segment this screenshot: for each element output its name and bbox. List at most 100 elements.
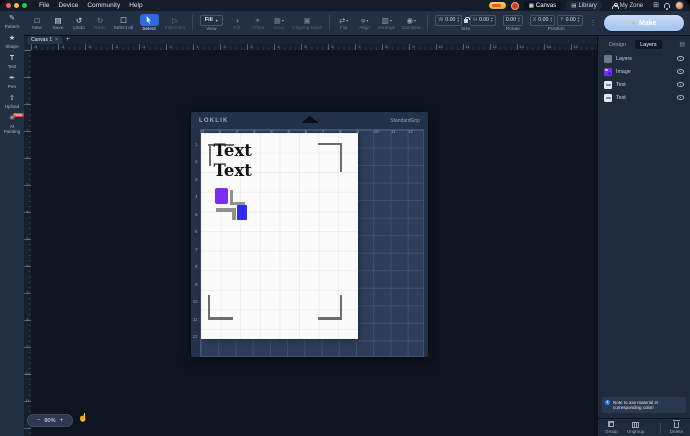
- more-options-icon[interactable]: ⋮: [590, 19, 597, 27]
- stepper-icon[interactable]: ▴▾: [578, 17, 580, 22]
- align-button[interactable]: ≡▾ Align: [358, 16, 372, 31]
- layer-row-text[interactable]: Text: [598, 91, 690, 104]
- tab-layers[interactable]: Layers: [635, 40, 662, 49]
- ruler-tick-label: 4: [24, 209, 31, 236]
- rotate-input[interactable]: 0.00 ▴▾: [503, 15, 523, 26]
- tab-canvas[interactable]: ▦ Canvas: [524, 1, 562, 10]
- combine-button[interactable]: ◉▾ Combine: [402, 16, 420, 31]
- new-button[interactable]: □ New: [30, 16, 44, 31]
- tab-library[interactable]: ▤ Library: [566, 1, 602, 10]
- offset-button[interactable]: ✶ Offset: [251, 16, 265, 31]
- cutting-mat[interactable]: LOKLIK StandardGrip 0123456789101112 123…: [191, 112, 428, 357]
- image-object[interactable]: [215, 188, 249, 222]
- sidebar-item-upload[interactable]: ⇧ Upload: [0, 95, 24, 109]
- position-x-input[interactable]: X 0.00 ▴▾: [530, 15, 555, 26]
- sidebar-item-text[interactable]: T Text: [0, 55, 24, 69]
- menu-item[interactable]: File: [39, 2, 49, 9]
- save-icon: ▤: [54, 16, 61, 25]
- ruler-tick-label: -3: [76, 44, 103, 50]
- array-icon: ▦: [274, 16, 281, 25]
- sidebar-item-shape[interactable]: ★ Shape: [0, 35, 24, 49]
- menu-item[interactable]: Device: [58, 2, 78, 9]
- height-input[interactable]: H 0.00 ▴▾: [470, 15, 496, 26]
- visibility-eye-icon[interactable]: [677, 95, 684, 100]
- layer-thumbnail: [604, 68, 612, 76]
- save-button[interactable]: ▤ Save: [51, 16, 65, 31]
- sidebar-item-pattern[interactable]: ✎ Pattern: [0, 15, 24, 29]
- registration-mark-top-left[interactable]: [209, 145, 211, 166]
- flip-button[interactable]: ⇄▾ Flip: [337, 16, 351, 31]
- text-object[interactable]: TextText: [214, 141, 252, 180]
- maximize-window-icon[interactable]: [22, 3, 27, 8]
- make-spark-icon: ✶: [631, 20, 636, 27]
- material-sheet[interactable]: TextText: [201, 133, 358, 339]
- width-input[interactable]: W 0.00 ▴▾: [435, 15, 462, 26]
- zoom-out-button[interactable]: −: [37, 417, 41, 424]
- registration-mark-bottom-left[interactable]: [208, 295, 210, 319]
- apps-grid-icon[interactable]: ⊞: [653, 2, 659, 10]
- minimize-window-icon[interactable]: [14, 3, 19, 8]
- view-mode-dropdown[interactable]: Fill ▾ View: [200, 15, 223, 32]
- clipping-mask-button[interactable]: ▣ Clipping Mask: [293, 16, 322, 31]
- layer-row-group[interactable]: Layers: [598, 52, 690, 65]
- registration-mark-bottom-right[interactable]: [318, 317, 342, 320]
- zoom-in-button[interactable]: +: [60, 417, 64, 424]
- tab-design[interactable]: Design: [604, 40, 631, 49]
- visibility-eye-icon[interactable]: [677, 82, 684, 87]
- close-tab-icon[interactable]: ×: [55, 37, 58, 43]
- visibility-eye-icon[interactable]: [677, 56, 684, 61]
- stepper-icon[interactable]: ▴▾: [457, 17, 459, 22]
- stepper-icon[interactable]: ▴▾: [491, 17, 493, 22]
- visibility-eye-icon[interactable]: [677, 69, 684, 74]
- registration-mark-top-right[interactable]: [340, 145, 342, 172]
- lock-aspect-icon[interactable]: [464, 19, 468, 23]
- stepper-icon[interactable]: ▴▾: [550, 17, 552, 22]
- make-button[interactable]: ✶ Make: [604, 15, 684, 31]
- vertical-ruler: -2-101234567891011: [24, 50, 31, 436]
- ungroup-button[interactable]: Ungroup: [627, 421, 645, 434]
- add-tab-button[interactable]: +: [66, 37, 70, 44]
- registration-mark-top-right[interactable]: [318, 143, 342, 145]
- notifications-bell-icon[interactable]: [664, 3, 670, 8]
- group-button[interactable]: Group: [605, 421, 618, 434]
- arrange-button[interactable]: ▥▾ Arrange: [379, 16, 395, 31]
- mat-column-numbers: 0123456789101112: [200, 129, 424, 135]
- select-all-button[interactable]: ☐ Select All: [114, 16, 133, 31]
- panel-toggle-icon[interactable]: ▤: [679, 41, 685, 48]
- user-avatar[interactable]: [675, 1, 684, 10]
- select-button[interactable]: Select: [140, 14, 158, 32]
- toolbar-separator: [329, 15, 330, 31]
- fill-button[interactable]: ◑ Fill: [230, 16, 244, 31]
- edit-point-button[interactable]: ▷ Edit Point: [165, 16, 185, 31]
- menu-item[interactable]: Community: [87, 2, 120, 9]
- layer-row-image[interactable]: Image: [598, 65, 690, 78]
- close-window-icon[interactable]: [6, 3, 11, 8]
- tab-my-zone[interactable]: My Zone: [607, 1, 648, 10]
- redo-button[interactable]: ↻ Redo: [93, 16, 107, 31]
- chevron-down-icon: ▾: [366, 18, 368, 23]
- array-button[interactable]: ▦▾ Array: [272, 16, 286, 31]
- sidebar-item-ai-painting[interactable]: New ✳ AI Painting: [0, 115, 24, 134]
- registration-mark-bottom-left[interactable]: [208, 317, 233, 320]
- stepper-icon[interactable]: ▴▾: [518, 17, 520, 22]
- window-controls[interactable]: [6, 3, 27, 8]
- ruler-tick-label: 9: [24, 344, 31, 371]
- horizontal-ruler: -5-4-3-2-10123456789101112131415: [31, 44, 597, 50]
- undo-button[interactable]: ↺ Undo: [72, 16, 86, 31]
- person-icon: [612, 3, 618, 9]
- ruler-tick-label: 3: [238, 44, 265, 50]
- mat-col-label: 5: [286, 129, 303, 135]
- library-icon: ▤: [571, 3, 576, 9]
- position-y-input[interactable]: Y 0.00 ▴▾: [557, 15, 582, 26]
- chevron-down-icon: ▾: [390, 18, 392, 23]
- pan-hand-icon[interactable]: ☝: [78, 413, 88, 422]
- canvas-tab[interactable]: Canvas 1 ×: [27, 36, 62, 44]
- layer-row-text[interactable]: Text: [598, 78, 690, 91]
- registration-mark-bottom-right[interactable]: [340, 295, 342, 319]
- mat-row-label: 11: [191, 304, 199, 322]
- delete-button[interactable]: Delete: [670, 421, 683, 434]
- actions-separator: [660, 423, 661, 433]
- sidebar-item-pen[interactable]: ✒ Pen: [0, 75, 24, 89]
- menu-item[interactable]: Help: [129, 2, 142, 9]
- canvas-area[interactable]: -5-4-3-2-10123456789101112131415 -2-1012…: [24, 44, 597, 436]
